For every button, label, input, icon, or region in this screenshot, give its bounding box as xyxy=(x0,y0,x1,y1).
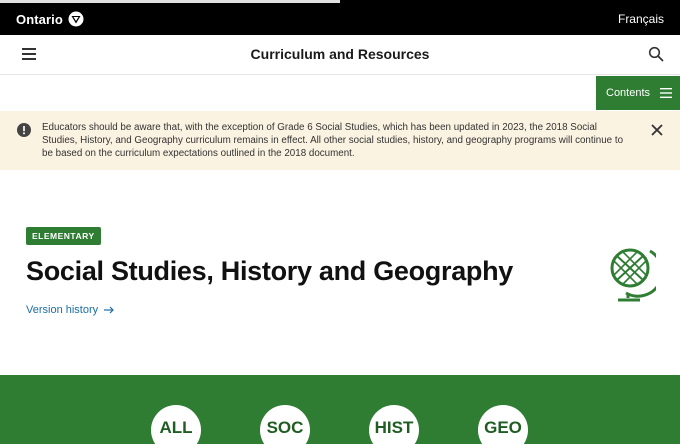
site-title[interactable]: Curriculum and Resources xyxy=(0,46,680,62)
elementary-badge: ELEMENTARY xyxy=(26,227,101,245)
strand-navigation-band xyxy=(0,375,680,444)
trillium-icon xyxy=(68,11,84,27)
contents-button-label: Contents xyxy=(606,87,651,99)
version-history-label: Version history xyxy=(26,304,99,316)
notice-message: Educators should be aware that, with the… xyxy=(42,122,624,159)
search-icon[interactable] xyxy=(648,46,664,62)
ontario-logo[interactable]: Ontario xyxy=(16,10,84,28)
version-history-link[interactable]: Version history xyxy=(26,304,115,316)
list-icon xyxy=(660,88,673,98)
contents-button[interactable]: Contents xyxy=(596,76,680,110)
ontario-wordmark: Ontario xyxy=(16,11,63,27)
globe-icon xyxy=(610,248,656,302)
arrow-right-icon xyxy=(104,306,115,314)
ontario-top-bar: Ontario Français xyxy=(0,3,680,35)
site-subheader: Curriculum and Resources xyxy=(0,35,680,75)
language-toggle-link[interactable]: Français xyxy=(618,12,664,26)
page-title: Social Studies, History and Geography xyxy=(26,256,514,286)
curriculum-notice-banner: Educators should be aware that, with the… xyxy=(0,111,680,170)
exclamation-circle-icon xyxy=(17,123,31,137)
close-icon[interactable] xyxy=(650,123,664,137)
